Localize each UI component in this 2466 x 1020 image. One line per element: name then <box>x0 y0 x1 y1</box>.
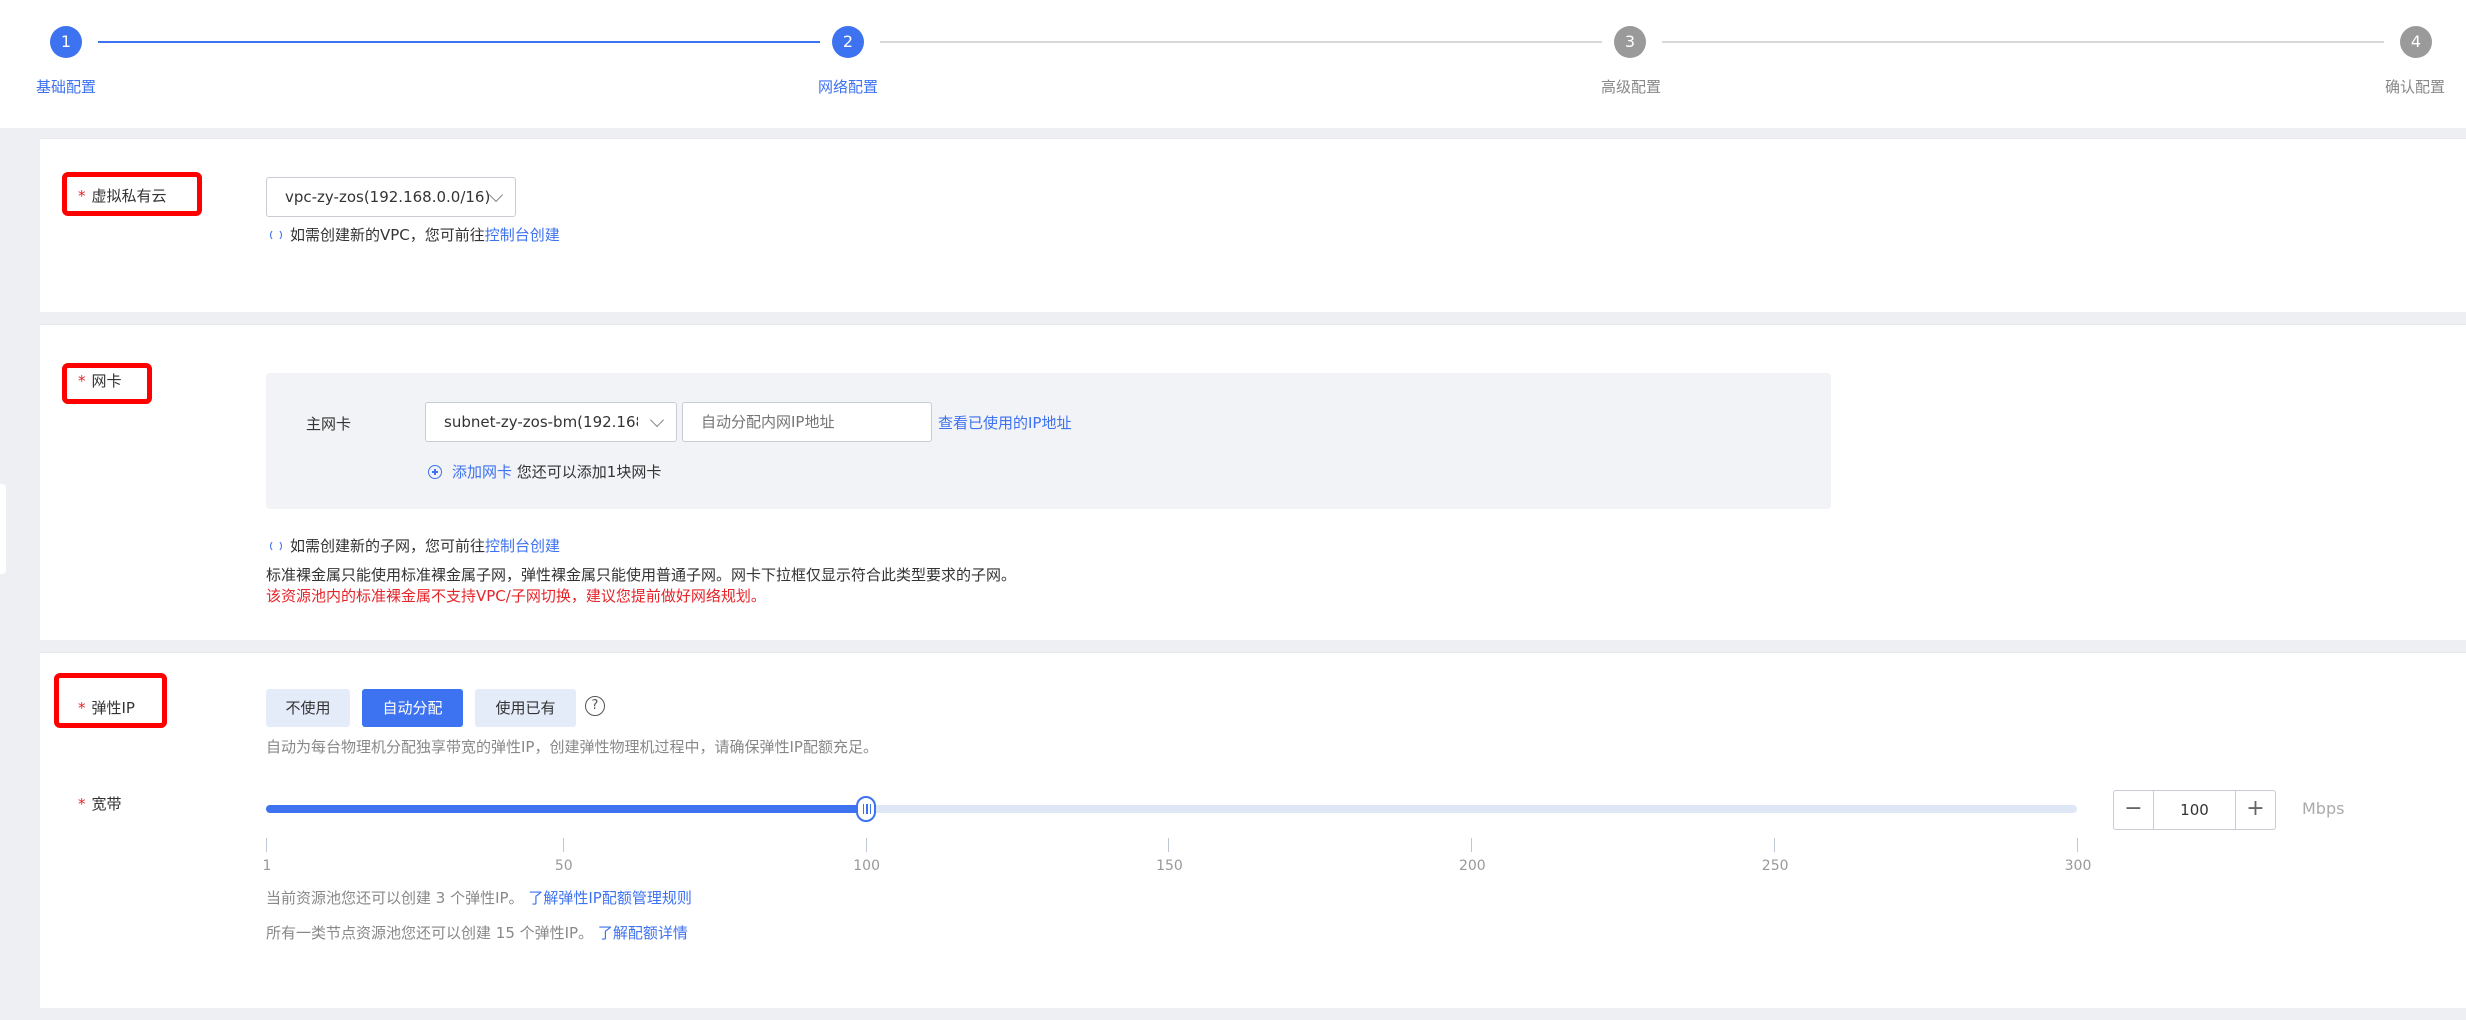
decrement-button[interactable]: − <box>2114 791 2154 829</box>
add-circle-icon[interactable] <box>428 465 442 479</box>
view-used-ip-container: 查看已使用的IP地址 <box>938 412 1071 433</box>
tick-label: 150 <box>1156 858 1183 874</box>
tick-label: 200 <box>1458 858 1486 874</box>
required-mark: * <box>78 372 86 390</box>
eip-option-auto[interactable]: 自动分配 <box>362 689 463 727</box>
eip-label: * 弹性IP <box>78 697 135 718</box>
eip-quota-line-2: 所有一类节点资源池您还可以创建 15 个弹性IP。 了解配额详情 <box>266 922 688 943</box>
tick-mark <box>865 838 867 852</box>
required-mark: * <box>78 699 86 717</box>
private-ip-input[interactable] <box>682 402 932 442</box>
nic-note: 标准裸金属只能使用标准裸金属子网，弹性裸金属只能使用普通子网。网卡下拉框仅显示符… <box>266 566 1017 584</box>
refresh-icon[interactable] <box>270 229 282 241</box>
step-3-circle[interactable]: 3 <box>1614 26 1646 58</box>
eip-option-existing[interactable]: 使用已有 <box>475 689 576 727</box>
step-connector-3 <box>1662 41 2384 43</box>
add-nic-row: 添加网卡 您还可以添加1块网卡 <box>428 461 661 482</box>
chevron-down-icon <box>488 187 504 203</box>
subnet-hint-text: 如需创建新的子网，您可前往 <box>290 537 486 555</box>
subnet-console-create-link[interactable]: 控制台创建 <box>485 537 560 555</box>
bandwidth-label-text: 宽带 <box>91 795 122 813</box>
tick-mark <box>562 838 564 852</box>
tick-label: 100 <box>853 858 880 874</box>
add-nic-hint: 您还可以添加1块网卡 <box>516 463 662 481</box>
tick-mark <box>1471 838 1473 852</box>
eip-quota-text-2: 所有一类节点资源池您还可以创建 15 个弹性IP。 <box>266 924 594 942</box>
step-3-label[interactable]: 高级配置 <box>1601 76 1661 97</box>
vpc-hint-text: 如需创建新的VPC，您可前往 <box>290 226 485 244</box>
grip-line <box>862 804 865 814</box>
vpc-select[interactable]: vpc-zy-zos(192.168.0.0/16) <box>266 177 516 217</box>
bandwidth-value[interactable]: 100 <box>2154 791 2235 829</box>
eip-quota-rules-link[interactable]: 了解弹性IP配额管理规则 <box>528 889 691 907</box>
required-mark: * <box>78 795 86 813</box>
bandwidth-label: * 宽带 <box>78 793 122 814</box>
vpc-select-value: vpc-zy-zos(192.168.0.0/16) <box>285 188 491 206</box>
tick-label: 300 <box>2064 858 2092 874</box>
vpc-console-create-link[interactable]: 控制台创建 <box>485 226 560 244</box>
subnet-hint: 如需创建新的子网，您可前往控制台创建 <box>270 535 560 556</box>
step-1-label[interactable]: 基础配置 <box>36 76 96 97</box>
eip-description: 自动为每台物理机分配独享带宽的弹性IP，创建弹性物理机过程中，请确保弹性IP配额… <box>266 738 878 756</box>
vpc-label-text: 虚拟私有云 <box>91 187 167 205</box>
step-connector-1 <box>98 41 820 43</box>
step-4-circle[interactable]: 4 <box>2400 26 2432 58</box>
help-icon[interactable]: ? <box>585 696 605 716</box>
step-connector-2 <box>880 41 1602 43</box>
bandwidth-slider[interactable] <box>266 796 2077 822</box>
add-nic-link[interactable]: 添加网卡 <box>452 463 512 481</box>
nic-warning: 该资源池内的标准裸金属不支持VPC/子网切换，建议您提前做好网络规划。 <box>266 587 766 605</box>
steps-bar: 1 2 3 4 基础配置 网络配置 高级配置 确认配置 <box>0 0 2466 128</box>
bandwidth-stepper: − 100 + <box>2113 790 2276 830</box>
required-mark: * <box>78 187 86 205</box>
tick-mark <box>1774 838 1776 852</box>
step-2-circle[interactable]: 2 <box>832 26 864 58</box>
eip-option-none[interactable]: 不使用 <box>266 689 350 727</box>
quota-details-link[interactable]: 了解配额详情 <box>598 924 688 942</box>
grip-line <box>866 804 868 814</box>
bandwidth-slider-handle[interactable] <box>855 796 876 822</box>
refresh-icon[interactable] <box>270 540 282 552</box>
tick-label: 1 <box>262 858 272 874</box>
subnet-select[interactable]: subnet-zy-zos-bm(192.168.1. <box>425 402 677 442</box>
collapse-handle[interactable] <box>0 484 6 574</box>
eip-quota-text-1: 当前资源池您还可以创建 3 个弹性IP。 <box>266 889 524 907</box>
primary-nic-label: 主网卡 <box>306 415 352 433</box>
tick-label: 250 <box>1761 858 1789 874</box>
step-4-label[interactable]: 确认配置 <box>2385 76 2445 97</box>
tick-mark <box>266 838 267 852</box>
chevron-down-icon <box>649 412 665 428</box>
grip-line <box>869 804 872 814</box>
increment-button[interactable]: + <box>2235 791 2275 829</box>
nic-label-text: 网卡 <box>91 372 122 390</box>
bandwidth-slider-fill <box>266 805 866 813</box>
step-2-label[interactable]: 网络配置 <box>818 76 878 97</box>
vpc-hint: 如需创建新的VPC，您可前往控制台创建 <box>270 224 560 245</box>
nic-label: * 网卡 <box>78 370 122 391</box>
view-used-ip-link[interactable]: 查看已使用的IP地址 <box>938 414 1071 432</box>
subnet-select-value: subnet-zy-zos-bm(192.168.1. <box>444 413 638 431</box>
step-1-circle[interactable]: 1 <box>50 26 82 58</box>
vpc-label: * 虚拟私有云 <box>78 185 167 206</box>
tick-label: 50 <box>554 858 573 874</box>
eip-quota-line-1: 当前资源池您还可以创建 3 个弹性IP。 了解弹性IP配额管理规则 <box>266 887 692 908</box>
bandwidth-unit: Mbps <box>2302 799 2345 818</box>
tick-mark <box>2077 838 2078 852</box>
tick-mark <box>1168 838 1170 852</box>
eip-label-text: 弹性IP <box>91 699 135 717</box>
